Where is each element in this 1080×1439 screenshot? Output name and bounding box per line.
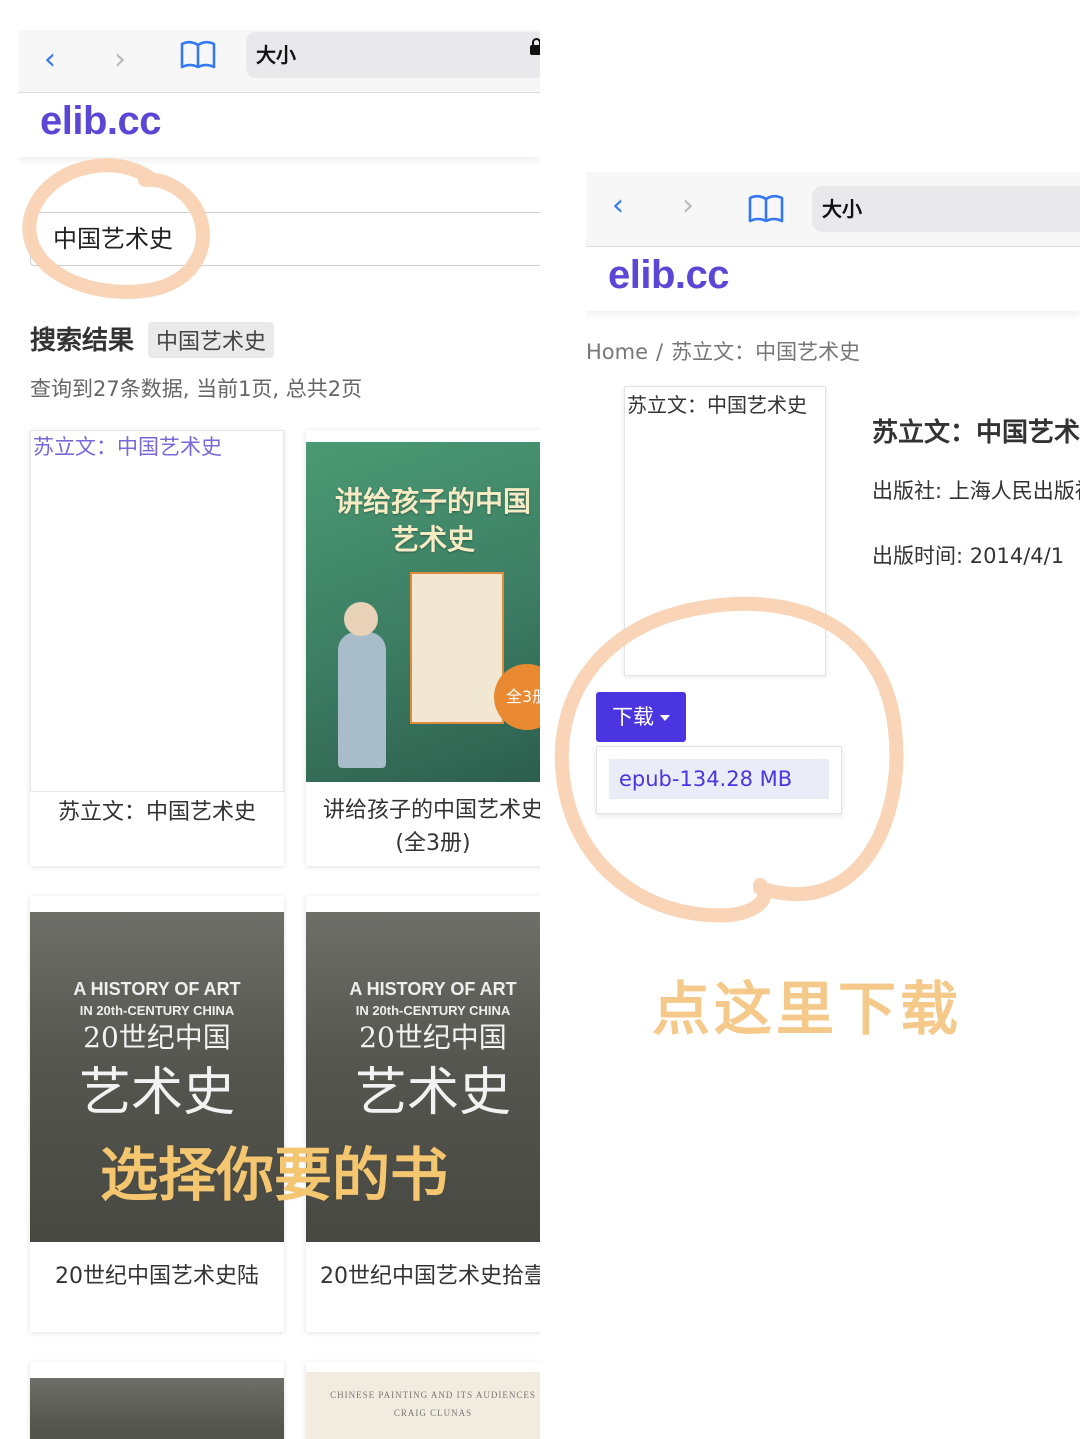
text-size-button[interactable]: 大小 xyxy=(256,32,296,78)
cover-alt-text: 苏立文：中国艺术史 xyxy=(627,393,807,417)
chevron-right-icon[interactable]: › xyxy=(114,40,126,80)
book-title: 苏立文：中国艺术史 xyxy=(872,418,1080,448)
cover-title-line: 讲给孩子的中国 xyxy=(334,485,531,518)
book-card[interactable]: A HISTORY OF ART IN 20th-CENTURY CHINA 2… xyxy=(30,896,284,1332)
chevron-left-icon[interactable]: ‹ xyxy=(612,186,624,226)
cover-chinese-title-large: 艺术史 xyxy=(78,1063,235,1123)
book-title[interactable]: 苏立文：中国艺术史 xyxy=(30,796,284,829)
breadcrumb-home-link[interactable]: Home xyxy=(586,340,648,364)
book-card[interactable]: 苏立文：中国艺术史 苏立文：中国艺术史 xyxy=(30,430,284,866)
book-card[interactable]: CHINESE PAINTING AND ITS AUDIENCES CRAIG… xyxy=(306,1362,540,1439)
cover-english-title: A HISTORY OF ART xyxy=(73,979,241,999)
site-header: elib.cc xyxy=(586,247,1080,311)
book-card[interactable] xyxy=(30,1362,284,1439)
address-bar[interactable]: 大小 xyxy=(246,32,540,78)
cover-chinese-title-large: 艺术史 xyxy=(354,1063,511,1123)
site-logo[interactable]: elib.cc xyxy=(40,99,162,144)
book-cover[interactable]: 讲给孩子的中国 艺术史 全3册 xyxy=(306,442,540,782)
lock-icon xyxy=(530,38,540,55)
book-title[interactable]: 20世纪中国艺术史陆 xyxy=(30,1260,284,1293)
book-publish-date: 出版时间: 2014/4/1 xyxy=(872,544,1065,568)
book-title[interactable]: 20世纪中国艺术史拾壹 xyxy=(306,1260,540,1293)
search-input[interactable]: 中国艺术史 xyxy=(30,212,540,266)
cover-figure-illustration xyxy=(338,632,386,768)
cover-english-title: A HISTORY OF ART xyxy=(349,979,517,999)
annotation-choose-book: 选择你要的书 xyxy=(100,1141,449,1209)
cover-figure-head xyxy=(344,602,378,636)
book-card[interactable]: A HISTORY OF ART IN 20th-CENTURY CHINA 2… xyxy=(306,896,540,1332)
download-dropdown-menu: epub-134.28 MB xyxy=(596,746,842,814)
book-cover-missing[interactable]: 苏立文：中国艺术史 xyxy=(30,430,284,792)
download-button[interactable]: 下载 xyxy=(596,692,686,742)
breadcrumb-separator: / xyxy=(656,340,664,364)
search-input-value: 中国艺术史 xyxy=(53,225,173,253)
cover-author-line: CRAIG CLUNAS xyxy=(393,1408,473,1418)
download-option-epub[interactable]: epub-134.28 MB xyxy=(609,759,829,799)
cover-boxset-illustration xyxy=(410,572,504,724)
cover-title-line: CHINESE PAINTING AND ITS AUDIENCES xyxy=(330,1390,536,1400)
chevron-left-icon[interactable]: ‹ xyxy=(44,40,56,80)
download-button-label: 下载 xyxy=(612,705,654,729)
book-cover[interactable]: CHINESE PAINTING AND ITS AUDIENCES CRAIG… xyxy=(306,1372,540,1439)
book-title[interactable]: 讲给孩子的中国艺术史 xyxy=(306,794,540,827)
book-publisher: 出版社: 上海人民出版社 xyxy=(872,479,1080,503)
annotation-click-download: 点这里下载 xyxy=(652,975,963,1043)
bookmarks-icon[interactable] xyxy=(748,194,784,228)
cover-alt-text: 苏立文：中国艺术史 xyxy=(33,435,222,459)
results-summary: 查询到27条数据, 当前1页, 总共2页 xyxy=(30,377,363,401)
book-title-subline[interactable]: (全3册) xyxy=(306,827,540,860)
cover-title-line: 艺术史 xyxy=(390,523,475,556)
bookmarks-icon[interactable] xyxy=(180,40,216,74)
search-results-screenshot: ‹ › 大小 elib.cc 中国艺术史 搜索结果 中国艺术史 查询到27条数据… xyxy=(18,30,540,1439)
book-cover-missing: 苏立文：中国艺术史 xyxy=(624,386,826,676)
site-header: elib.cc xyxy=(18,93,540,157)
breadcrumb: Home / 苏立文：中国艺术史 xyxy=(586,336,860,366)
chevron-right-icon[interactable]: › xyxy=(682,186,694,226)
results-query-tag: 中国艺术史 xyxy=(148,322,275,358)
breadcrumb-current: 苏立文：中国艺术史 xyxy=(671,340,861,364)
book-card[interactable]: 讲给孩子的中国 艺术史 全3册 讲给孩子的中国艺术史 (全3册) xyxy=(306,430,540,866)
browser-toolbar: ‹ › 大小 xyxy=(18,30,540,93)
results-heading: 搜索结果 xyxy=(30,326,135,356)
book-detail-screenshot: ‹ › 大小 elib.cc Home / 苏立文：中国艺术史 苏立文：中国艺术史 … xyxy=(586,172,1080,872)
text-size-button[interactable]: 大小 xyxy=(822,186,862,232)
caret-down-icon xyxy=(660,715,670,721)
book-cover[interactable] xyxy=(30,1378,284,1439)
browser-toolbar: ‹ › 大小 xyxy=(586,172,1080,247)
address-bar[interactable]: 大小 xyxy=(812,186,1080,232)
site-logo[interactable]: elib.cc xyxy=(608,253,730,298)
